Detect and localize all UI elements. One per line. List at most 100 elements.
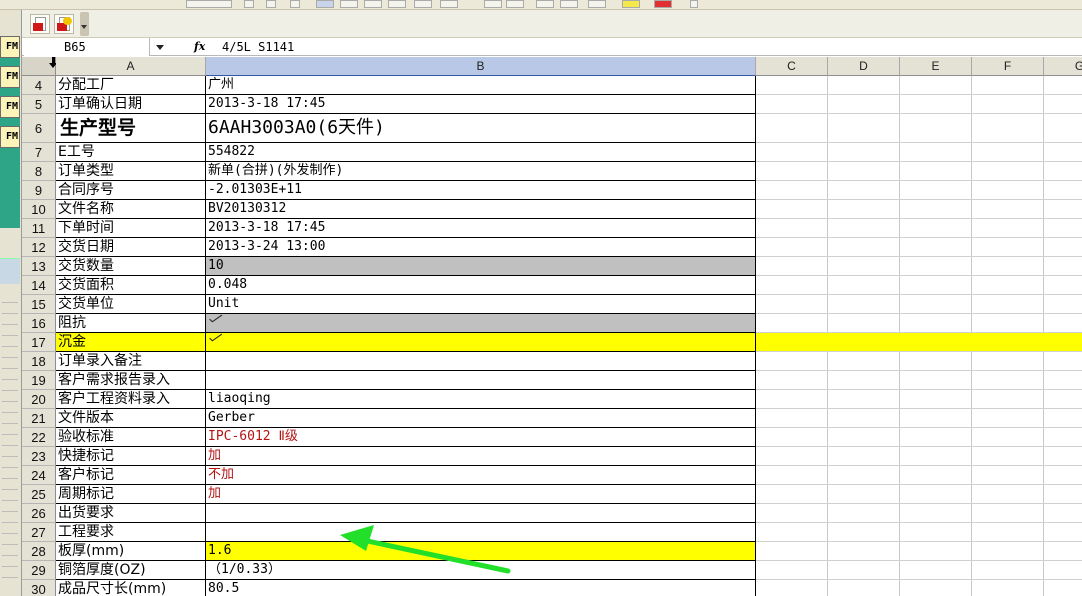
column-header-f[interactable]: F xyxy=(972,57,1044,76)
name-box[interactable]: B65 xyxy=(24,38,150,56)
row-header[interactable]: 11 xyxy=(22,219,56,238)
chevron-down-icon[interactable] xyxy=(154,38,168,56)
cell-label[interactable]: E工号 xyxy=(56,143,206,162)
row-header[interactable]: 27 xyxy=(22,523,56,542)
underline-icon[interactable] xyxy=(290,0,300,8)
cell-value[interactable]: 1.6 xyxy=(206,542,756,561)
row-header[interactable]: 17 xyxy=(22,333,56,352)
row-header[interactable]: 15 xyxy=(22,295,56,314)
fm-chip[interactable]: FM xyxy=(0,126,20,148)
cell-value[interactable]: Unit xyxy=(206,295,756,314)
italic-icon[interactable] xyxy=(266,0,276,8)
cell-value[interactable]: -2.01303E+11 xyxy=(206,181,756,200)
cell-value[interactable]: 2013-3-18 17:45 xyxy=(206,95,756,114)
cell-label[interactable]: 交货日期 xyxy=(56,238,206,257)
cell-value[interactable]: 554822 xyxy=(206,143,756,162)
cell-value[interactable]: 广州 xyxy=(206,76,756,95)
row-header[interactable]: 21 xyxy=(22,409,56,428)
cell-value[interactable] xyxy=(206,333,756,352)
cell-value[interactable]: （1/0.33） xyxy=(206,561,756,580)
cell-label[interactable]: 分配工厂 xyxy=(56,76,206,95)
align-center-icon[interactable] xyxy=(340,0,358,8)
cell-label[interactable]: 合同序号 xyxy=(56,181,206,200)
align-right-icon[interactable] xyxy=(364,0,382,8)
font-size-box[interactable] xyxy=(186,0,232,8)
cell-value[interactable] xyxy=(206,504,756,523)
cell-label[interactable]: 交货单位 xyxy=(56,295,206,314)
row-header[interactable]: 10 xyxy=(22,200,56,219)
row-header[interactable]: 6 xyxy=(22,114,56,143)
cell-label[interactable]: 文件版本 xyxy=(56,409,206,428)
cell-label[interactable]: 工程要求 xyxy=(56,523,206,542)
cell-value[interactable]: Gerber xyxy=(206,409,756,428)
column-header-a[interactable]: A xyxy=(56,57,206,76)
cell-value[interactable]: 6AAH3003A0(6天件) xyxy=(206,114,756,143)
row-header[interactable]: 20 xyxy=(22,390,56,409)
row-header[interactable]: 22 xyxy=(22,428,56,447)
cell-value[interactable]: 加 xyxy=(206,485,756,504)
row-header[interactable]: 14 xyxy=(22,276,56,295)
align-left-icon[interactable] xyxy=(316,0,334,8)
row-header[interactable]: 30 xyxy=(22,580,56,596)
cell-label[interactable]: 生产型号 xyxy=(56,114,206,143)
outdent-icon[interactable] xyxy=(536,0,554,8)
cell-value[interactable]: liaoqing xyxy=(206,390,756,409)
cell-value[interactable]: 加 xyxy=(206,447,756,466)
row-header[interactable]: 28 xyxy=(22,542,56,561)
cell-label[interactable]: 交货数量 xyxy=(56,257,206,276)
cell-label[interactable]: 下单时间 xyxy=(56,219,206,238)
row-header[interactable]: 24 xyxy=(22,466,56,485)
row-header[interactable]: 18 xyxy=(22,352,56,371)
cell-value[interactable]: 80.5 xyxy=(206,580,756,596)
cell-label[interactable]: 铜箔厚度(OZ) xyxy=(56,561,206,580)
cell-value[interactable]: BV20130312 xyxy=(206,200,756,219)
column-header-b[interactable]: B xyxy=(206,57,756,76)
cell-value[interactable] xyxy=(206,352,756,371)
percent-icon[interactable] xyxy=(440,0,458,8)
cell-value[interactable]: IPC-6012 Ⅱ级 xyxy=(206,428,756,447)
decrease-decimal-icon[interactable] xyxy=(506,0,524,8)
row-header[interactable]: 5 xyxy=(22,95,56,114)
fm-chip[interactable]: FM xyxy=(0,66,20,88)
cell-label[interactable]: 文件名称 xyxy=(56,200,206,219)
toolbar-options-icon[interactable] xyxy=(80,12,89,36)
cell-label[interactable]: 周期标记 xyxy=(56,485,206,504)
cell-label[interactable]: 交货面积 xyxy=(56,276,206,295)
column-header-g[interactable]: G xyxy=(1044,57,1082,76)
row-header[interactable]: 23 xyxy=(22,447,56,466)
currency-icon[interactable] xyxy=(414,0,432,8)
formula-input[interactable]: 4/5L S1141 xyxy=(222,38,1072,56)
pdf-convert-icon[interactable] xyxy=(30,14,50,34)
cell-label[interactable]: 沉金 xyxy=(56,333,206,352)
cell-value[interactable] xyxy=(206,371,756,390)
column-header-d[interactable]: D xyxy=(828,57,900,76)
spreadsheet-grid[interactable]: ABCDEFG 4 分配工厂 广州 5 订单确认日期 2013-3-18 17:45 6 生产… xyxy=(22,57,1082,596)
cell-label[interactable]: 阻抗 xyxy=(56,314,206,333)
row-header[interactable]: 19 xyxy=(22,371,56,390)
cell-label[interactable]: 成品尺寸长(mm) xyxy=(56,580,206,596)
pdf-settings-icon[interactable] xyxy=(54,14,74,34)
cell-value[interactable]: 10 xyxy=(206,257,756,276)
row-header[interactable]: 25 xyxy=(22,485,56,504)
cell-value[interactable] xyxy=(206,523,756,542)
bold-icon[interactable] xyxy=(244,0,254,8)
increase-decimal-icon[interactable] xyxy=(484,0,502,8)
column-header-c[interactable]: C xyxy=(756,57,828,76)
row-header[interactable]: 9 xyxy=(22,181,56,200)
cell-label[interactable]: 订单类型 xyxy=(56,162,206,181)
fm-chip[interactable]: FM xyxy=(0,36,20,58)
row-header[interactable]: 8 xyxy=(22,162,56,181)
cell-value[interactable]: 2013-3-24 13:00 xyxy=(206,238,756,257)
cell-value[interactable]: 不加 xyxy=(206,466,756,485)
cell-label[interactable]: 客户需求报告录入 xyxy=(56,371,206,390)
cell-label[interactable]: 客户工程资料录入 xyxy=(56,390,206,409)
row-header[interactable]: 29 xyxy=(22,561,56,580)
cell-label[interactable]: 订单录入备注 xyxy=(56,352,206,371)
toolbar-options-icon[interactable] xyxy=(690,0,698,8)
column-header-e[interactable]: E xyxy=(900,57,972,76)
select-all-button[interactable] xyxy=(22,57,57,76)
cell-label[interactable]: 快捷标记 xyxy=(56,447,206,466)
row-header[interactable]: 16 xyxy=(22,314,56,333)
font-color-icon[interactable] xyxy=(654,0,672,8)
cell-value[interactable]: 新单(合拼)(外发制作) xyxy=(206,162,756,181)
